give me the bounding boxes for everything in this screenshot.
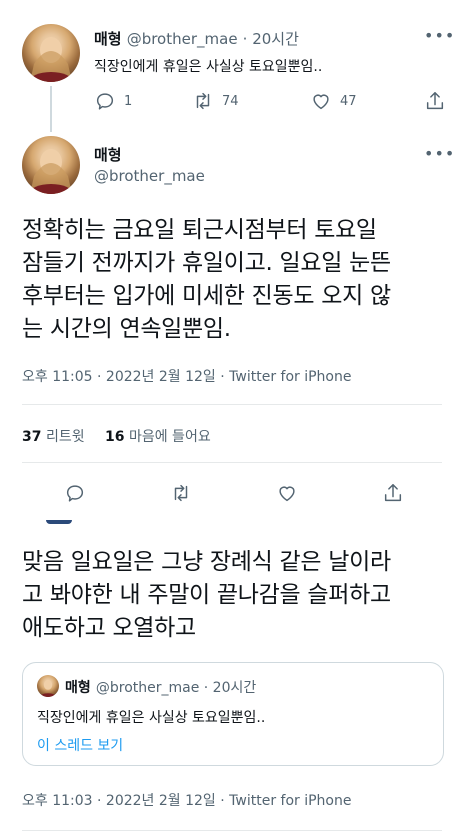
- retweets-label: 리트윗: [45, 429, 85, 445]
- quoted-author-name: 매형: [65, 680, 91, 696]
- reply-tweet-header: 매형 @brother_mae · 20시간: [94, 28, 299, 49]
- retweet-icon: [192, 90, 214, 112]
- avatar: [37, 675, 59, 697]
- reply-icon: [94, 90, 116, 112]
- like-button[interactable]: 47: [310, 90, 357, 112]
- like-button[interactable]: [276, 482, 298, 504]
- main-tweet-actions: [64, 482, 404, 508]
- avatar-edge: [46, 520, 72, 524]
- main-tweet-text: 정확히는 금요일 퇴근시점부터 토요일 잠들기 전까지가 휴일이고. 일요일 눈…: [22, 214, 391, 346]
- reply-count: 1: [124, 93, 133, 109]
- quote-tweet-text: 맞음 일요일은 그냥 장례식 같은 날이라 고 봐야한 내 주말이 끝나감을 슬…: [22, 546, 391, 645]
- like-icon: [276, 482, 298, 504]
- retweets-stat[interactable]: 37 리트윗: [22, 429, 89, 445]
- engagement-stats: 37 리트윗 16 마음에 들어요: [22, 426, 211, 446]
- divider: [22, 462, 442, 463]
- likes-stat[interactable]: 16 마음에 들어요: [105, 429, 211, 445]
- more-icon[interactable]: •••: [424, 144, 455, 163]
- avatar[interactable]: [22, 136, 80, 194]
- quoted-text: 직장인에게 휴일은 사실상 토요일뿐임..: [37, 710, 266, 726]
- quoted-tweet-card[interactable]: 매형 @brother_mae · 20시간 직장인에게 휴일은 사실상 토요일…: [22, 662, 444, 766]
- avatar[interactable]: [22, 24, 80, 82]
- reply-tweet-text: 직장인에게 휴일은 사실상 토요일뿐임..: [94, 59, 323, 75]
- retweet-icon: [170, 482, 192, 504]
- like-icon: [310, 90, 332, 112]
- author-handle[interactable]: @brother_mae: [94, 167, 205, 185]
- retweets-num: 37: [22, 429, 42, 445]
- share-button[interactable]: [424, 90, 446, 112]
- retweet-count: 74: [222, 93, 239, 109]
- text-line: 정확히는 금요일 퇴근시점부터 토요일: [22, 217, 377, 243]
- divider: [22, 404, 442, 405]
- text-line: 고 봐야한 내 주말이 끝나감을 슬퍼하고: [22, 582, 391, 608]
- retweet-button[interactable]: 74: [192, 90, 239, 112]
- share-icon: [382, 482, 404, 504]
- text-line: 잠들기 전까지가 휴일이고. 일요일 눈뜬: [22, 250, 391, 276]
- tweet-time[interactable]: · 20시간: [243, 30, 299, 48]
- retweet-button[interactable]: [170, 482, 192, 504]
- reply-tweet-actions: 1 74 47: [94, 90, 446, 114]
- text-line: 맞음 일요일은 그냥 장례식 같은 날이라: [22, 549, 391, 575]
- author-handle[interactable]: @brother_mae: [127, 30, 238, 48]
- share-icon: [424, 90, 446, 112]
- thread-line: [50, 86, 52, 132]
- tweet-timestamp[interactable]: 오후 11:03 · 2022년 2월 12일 · Twitter for iP…: [22, 790, 351, 810]
- likes-num: 16: [105, 429, 125, 445]
- likes-label: 마음에 들어요: [128, 429, 211, 445]
- show-thread-link[interactable]: 이 스레드 보기: [37, 735, 123, 755]
- quoted-author-handle: @brother_mae · 20시간: [95, 680, 257, 696]
- reply-button[interactable]: [64, 482, 86, 504]
- author-name[interactable]: 매형: [94, 30, 122, 48]
- text-line: 는 시간의 연속일뿐임.: [22, 316, 231, 342]
- like-count: 47: [340, 93, 357, 109]
- reply-icon: [64, 482, 86, 504]
- tweet-timestamp[interactable]: 오후 11:05 · 2022년 2월 12일 · Twitter for iP…: [22, 366, 351, 386]
- reply-button[interactable]: 1: [94, 90, 132, 112]
- share-button[interactable]: [382, 482, 404, 504]
- quoted-header: 매형 @brother_mae · 20시간: [65, 677, 256, 697]
- divider: [22, 830, 442, 831]
- text-line: 애도하고 오열하고: [22, 615, 196, 641]
- author-name[interactable]: 매형: [94, 144, 122, 165]
- more-icon[interactable]: •••: [424, 26, 455, 45]
- text-line: 후부터는 입가에 미세한 진동도 오지 않: [22, 283, 391, 309]
